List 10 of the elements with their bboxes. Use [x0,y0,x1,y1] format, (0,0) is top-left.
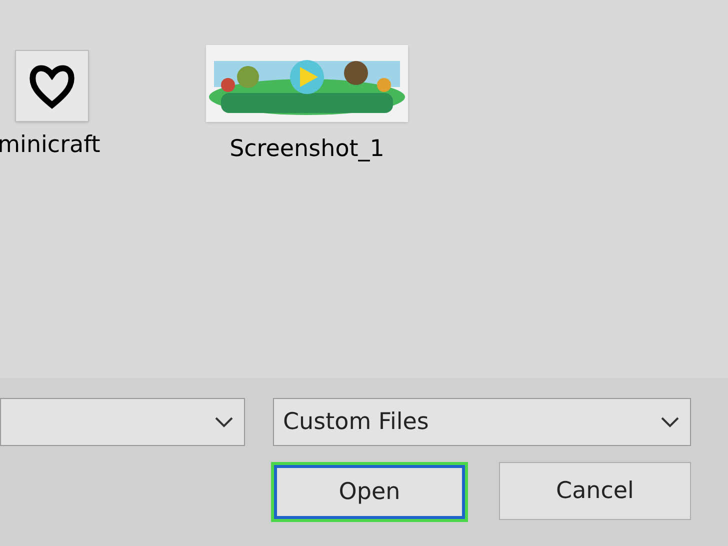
file-icon[interactable] [15,50,89,122]
open-button[interactable]: Open [271,462,468,522]
file-name-field[interactable] [0,398,245,446]
chevron-down-icon [214,416,234,428]
file-name: Screenshot_1 [230,138,384,161]
file-name: minicraft [0,134,100,157]
heart-icon [27,63,77,109]
chevron-down-icon [660,416,680,428]
file-type-dropdown[interactable]: Custom Files [273,398,691,446]
cancel-button[interactable]: Cancel [499,462,691,520]
